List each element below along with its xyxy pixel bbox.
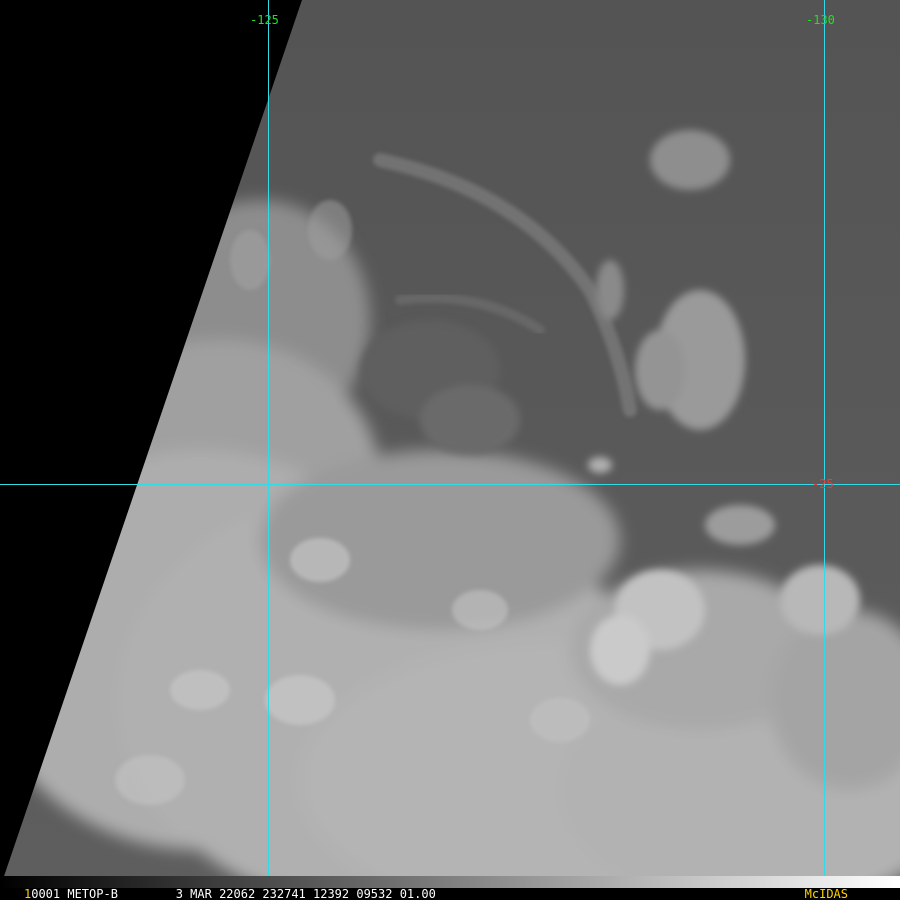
satellite-info-line: 0001 METOP-B 3 MAR 22062 232741 12392 09… [31,887,436,900]
status-bar: 10001 METOP-B 3 MAR 22062 232741 12392 0… [0,888,900,900]
longitude-label: -125 [250,13,279,27]
longitude-label: -130 [806,13,835,27]
mcidas-label: McIDAS [804,887,848,900]
satellite-info-text: 10001 METOP-B 3 MAR 22062 232741 12392 0… [24,888,436,900]
satellite-image-frame: -125 -130 -25 10001 METOP-B 3 MAR 22062 … [0,0,900,900]
satellite-imagery [0,0,900,888]
latitude-label: -25 [812,477,834,491]
